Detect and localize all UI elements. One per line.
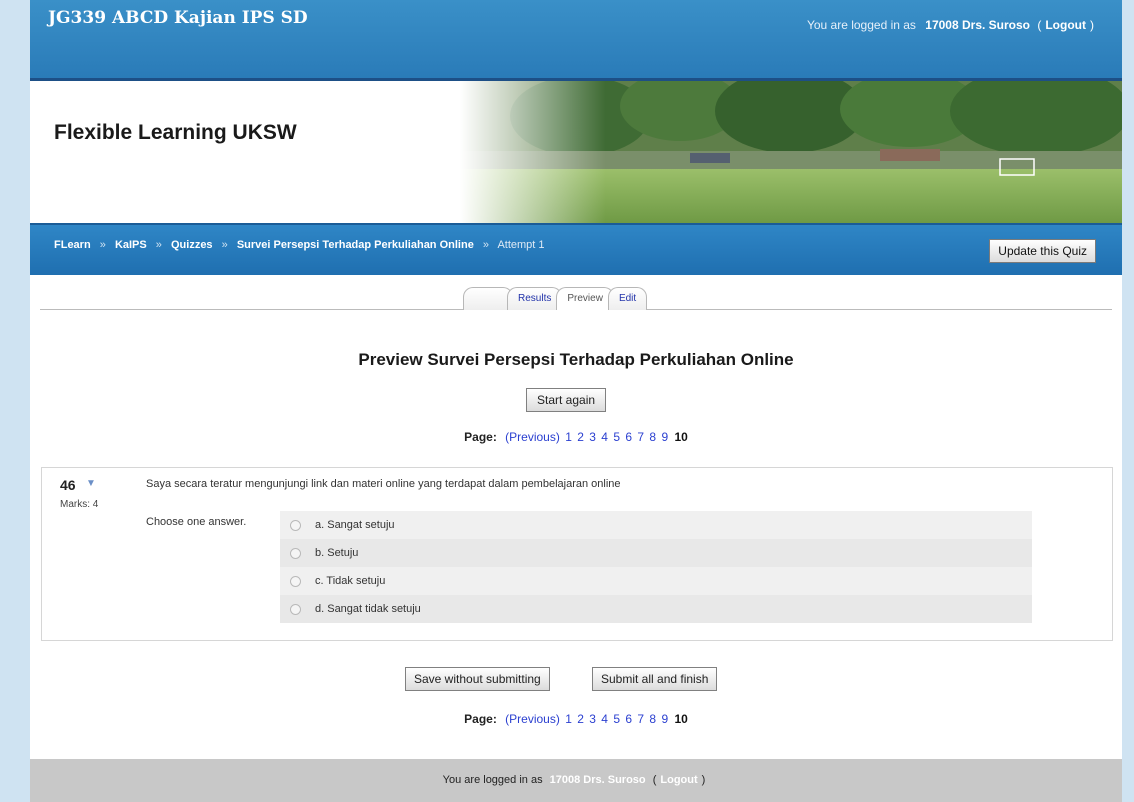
navigation-bar: FLearn » KaIPS » Quizzes » Survei Persep…: [30, 223, 1122, 275]
footer-logout-link[interactable]: Logout: [660, 774, 697, 786]
pager-label: Page:: [464, 430, 497, 444]
question-number: 46: [60, 477, 76, 493]
question-box: 46 ▼ Marks: 4 Saya secara teratur mengun…: [41, 467, 1113, 641]
pager-page-link[interactable]: 8: [649, 712, 656, 726]
quiz-title: Preview Survei Persepsi Terhadap Perkuli…: [358, 350, 794, 369]
answer-option[interactable]: d. Sangat tidak setuju: [280, 595, 1032, 623]
save-without-submitting-button[interactable]: Save without submitting: [405, 667, 550, 691]
pager-page-link[interactable]: 1: [565, 430, 572, 444]
breadcrumb-separator: »: [482, 239, 489, 251]
radio-button[interactable]: [290, 519, 301, 531]
question-text: Saya secara teratur mengunjungi link dan…: [146, 478, 621, 490]
pagination-bottom: Page: (Previous) 1 2 3 4 5 6 7 8 9 10: [30, 712, 1122, 726]
pager-page-link[interactable]: 5: [613, 712, 620, 726]
pager-current-page: 10: [674, 430, 688, 444]
login-prefix: You are logged in as: [806, 18, 916, 32]
login-info: You are logged in as 17008 Drs. Suroso (…: [807, 18, 1098, 32]
campus-photo: [460, 81, 1122, 223]
pager-page-link[interactable]: 3: [589, 712, 596, 726]
choose-one-label: Choose one answer.: [146, 516, 247, 528]
paren-close: ): [1090, 18, 1094, 32]
pager-page-link[interactable]: 5: [613, 430, 620, 444]
radio-button[interactable]: [290, 575, 301, 587]
pager-page-link[interactable]: 6: [625, 430, 632, 444]
pager-page-link[interactable]: 2: [577, 712, 584, 726]
pager-current-page: 10: [674, 712, 688, 726]
submit-all-and-finish-button[interactable]: Submit all and finish: [592, 667, 718, 691]
logout-link[interactable]: Logout: [1045, 18, 1086, 32]
pager-previous-link[interactable]: (Previous): [505, 430, 560, 444]
breadcrumb-separator: »: [99, 239, 106, 251]
radio-button[interactable]: [290, 603, 301, 615]
start-again-button[interactable]: Start again: [526, 388, 607, 412]
pager-page-link[interactable]: 9: [661, 430, 668, 444]
question-marks: Marks: 4: [60, 499, 99, 510]
breadcrumb-separator: »: [221, 239, 228, 251]
site-name: Flexible Learning UKSW: [54, 121, 297, 144]
breadcrumb-current: Attempt 1: [497, 239, 545, 251]
breadcrumb-separator: »: [155, 239, 162, 251]
pager-page-link[interactable]: 4: [601, 430, 608, 444]
paren-close: ): [701, 774, 706, 786]
answer-option[interactable]: b. Setuju: [280, 539, 1032, 567]
moodle-page: JG339 ABCD Kajian IPS SD You are logged …: [30, 0, 1122, 802]
answer-label: b. Setuju: [315, 547, 359, 559]
user-name-link[interactable]: 17008 Drs. Suroso: [925, 18, 1030, 32]
pager-page-link[interactable]: 9: [661, 712, 668, 726]
tab-results[interactable]: Results: [507, 287, 563, 310]
answer-label: c. Tidak setuju: [315, 575, 386, 587]
breadcrumb-item-flearn[interactable]: FLearn: [54, 239, 91, 251]
edit-question-icon[interactable]: ▼: [86, 478, 96, 489]
answer-option[interactable]: c. Tidak setuju: [280, 567, 1032, 595]
breadcrumb-item-quizzes[interactable]: Quizzes: [171, 239, 213, 251]
site-banner: Flexible Learning UKSW: [30, 81, 1122, 223]
answer-list: a. Sangat setuju b. Setuju c. Tidak setu…: [280, 511, 1032, 623]
pager-page-link[interactable]: 6: [625, 712, 632, 726]
footer-login-prefix: You are logged in as: [442, 774, 543, 786]
paren-open: (: [652, 774, 657, 786]
course-title: JG339 ABCD Kajian IPS SD: [48, 8, 308, 28]
breadcrumb: FLearn » KaIPS » Quizzes » Survei Persep…: [54, 239, 551, 251]
pager-page-link[interactable]: 1: [565, 712, 572, 726]
footer-user-name-link[interactable]: 17008 Drs. Suroso: [550, 774, 646, 786]
paren-open: (: [1037, 18, 1042, 32]
answer-label: d. Sangat tidak setuju: [315, 603, 421, 615]
pagination-top: Page: (Previous) 1 2 3 4 5 6 7 8 9 10: [30, 430, 1122, 444]
pager-page-link[interactable]: 8: [649, 430, 656, 444]
tab-preview[interactable]: Preview: [556, 287, 614, 310]
pager-page-link[interactable]: 2: [577, 430, 584, 444]
pager-page-link[interactable]: 7: [637, 430, 644, 444]
pager-label: Page:: [464, 712, 497, 726]
breadcrumb-item-quiz[interactable]: Survei Persepsi Terhadap Perkuliahan Onl…: [237, 239, 474, 251]
tab-edit[interactable]: Edit: [607, 287, 648, 310]
radio-button[interactable]: [290, 547, 301, 559]
answer-option[interactable]: a. Sangat setuju: [280, 511, 1032, 539]
update-quiz-button[interactable]: Update this Quiz: [989, 239, 1096, 263]
pager-page-link[interactable]: 3: [589, 430, 596, 444]
breadcrumb-item-course[interactable]: KaIPS: [115, 239, 147, 251]
answer-label: a. Sangat setuju: [315, 519, 395, 531]
pager-page-link[interactable]: 4: [601, 712, 608, 726]
tab-bar: Results Preview Edit: [463, 287, 648, 310]
pager-previous-link[interactable]: (Previous): [505, 712, 560, 726]
footer: You are logged in as 17008 Drs. Suroso (…: [30, 759, 1122, 802]
tab-info[interactable]: [463, 287, 513, 310]
pager-page-link[interactable]: 7: [637, 712, 644, 726]
top-header: JG339 ABCD Kajian IPS SD You are logged …: [30, 0, 1122, 81]
